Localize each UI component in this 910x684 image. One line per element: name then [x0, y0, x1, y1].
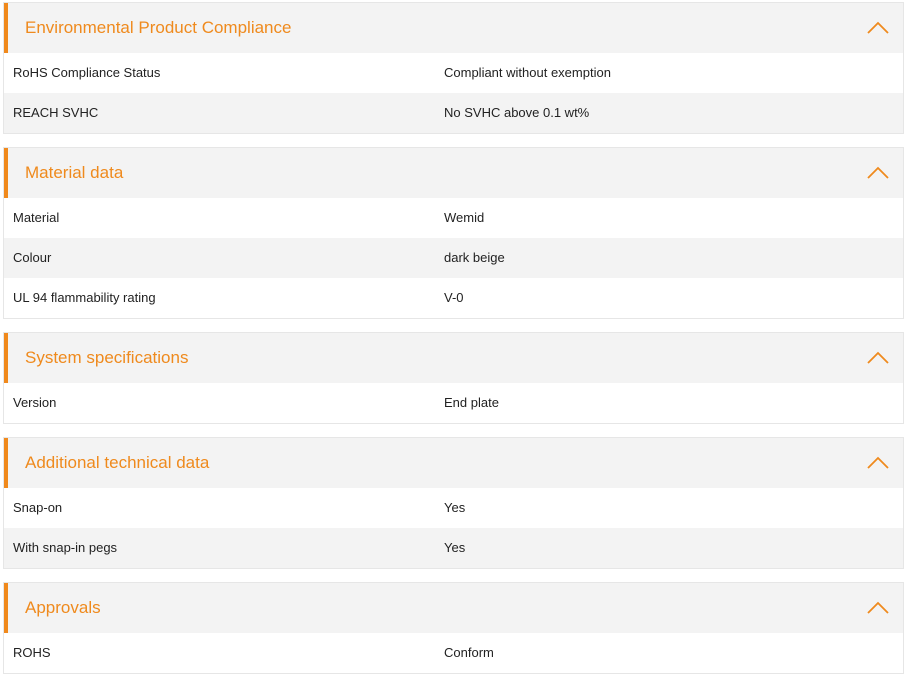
row-label: Colour: [13, 250, 52, 265]
table-row: ROHS Conform: [4, 633, 903, 673]
chevron-up-icon[interactable]: [867, 20, 889, 34]
section-title: System specifications: [25, 348, 189, 367]
section-environmental-compliance: Environmental Product Compliance RoHS Co…: [3, 2, 904, 134]
table-row: With snap-in pegs Yes: [4, 528, 903, 568]
row-label: REACH SVHC: [13, 105, 99, 120]
row-value: Compliant without exemption: [444, 65, 611, 80]
chevron-up-icon[interactable]: [867, 350, 889, 364]
row-label: UL 94 flammability rating: [13, 290, 156, 305]
section-system-specifications: System specifications Version End plate: [3, 332, 904, 424]
table-row: UL 94 flammability rating V-0: [4, 278, 903, 318]
section-header-additional-technical-data[interactable]: Additional technical data: [4, 438, 903, 488]
section-additional-technical-data: Additional technical data Snap-on Yes Wi…: [3, 437, 904, 569]
section-title: Material data: [25, 163, 124, 182]
table-row: Snap-on Yes: [4, 488, 903, 528]
row-value: V-0: [444, 290, 464, 305]
row-value: Conform: [444, 645, 494, 660]
table-row: Version End plate: [4, 383, 903, 423]
row-value: End plate: [444, 395, 499, 410]
row-value: No SVHC above 0.1 wt%: [444, 105, 590, 120]
section-header-environmental-compliance[interactable]: Environmental Product Compliance: [4, 3, 903, 53]
row-label: Version: [13, 395, 57, 410]
section-title: Additional technical data: [25, 453, 210, 472]
row-label: RoHS Compliance Status: [13, 65, 161, 80]
section-header-material-data[interactable]: Material data: [4, 148, 903, 198]
table-row: Colour dark beige: [4, 238, 903, 278]
chevron-up-icon[interactable]: [867, 165, 889, 179]
section-title: Approvals: [25, 598, 101, 617]
row-value: dark beige: [444, 250, 505, 265]
chevron-up-icon[interactable]: [867, 455, 889, 469]
section-header-system-specifications[interactable]: System specifications: [4, 333, 903, 383]
row-label: Material: [13, 210, 60, 225]
chevron-up-icon[interactable]: [867, 600, 889, 614]
row-label: ROHS: [13, 645, 51, 660]
row-value: Yes: [444, 540, 466, 555]
row-label: With snap-in pegs: [13, 540, 118, 555]
table-row: REACH SVHC No SVHC above 0.1 wt%: [4, 93, 903, 133]
section-title: Environmental Product Compliance: [25, 18, 292, 37]
product-details-panel: Environmental Product Compliance RoHS Co…: [0, 0, 910, 684]
row-label: Snap-on: [13, 500, 63, 515]
section-header-approvals[interactable]: Approvals: [4, 583, 903, 633]
section-material-data: Material data Material Wemid Colour dark…: [3, 147, 904, 319]
table-row: Material Wemid: [4, 198, 903, 238]
table-row: RoHS Compliance Status Compliant without…: [4, 53, 903, 93]
row-value: Wemid: [444, 210, 485, 225]
row-value: Yes: [444, 500, 466, 515]
section-approvals: Approvals ROHS Conform: [3, 582, 904, 674]
